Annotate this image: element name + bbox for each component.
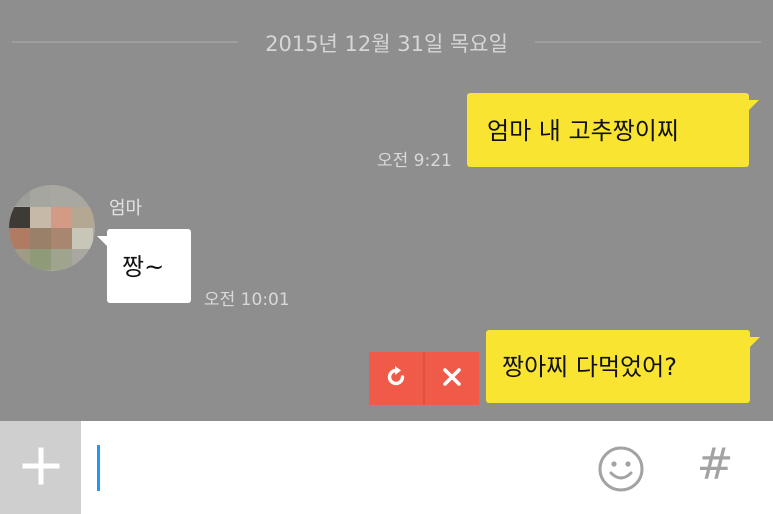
text-cursor	[97, 445, 100, 491]
date-separator: 2015년 12월 31일 목요일	[0, 22, 773, 62]
incoming-message[interactable]: 짱~	[107, 229, 191, 303]
date-label: 2015년 12월 31일 목요일	[265, 32, 508, 56]
bubble-tail	[749, 100, 759, 110]
message-input[interactable]	[81, 421, 581, 514]
delete-failed-button[interactable]	[425, 352, 479, 405]
message-text: 짱~	[122, 253, 165, 281]
message-text: 짱아찌 다먹었어?	[502, 353, 677, 381]
message-time: 오전 9:21	[377, 151, 452, 171]
smiley-icon	[597, 446, 645, 497]
message-text: 엄마 내 고추짱이찌	[487, 117, 679, 145]
bubble-tail	[750, 337, 760, 347]
outgoing-message[interactable]: 짱아찌 다먹었어?	[486, 330, 750, 403]
failed-message-actions	[369, 352, 479, 405]
message-time: 오전 10:01	[204, 290, 290, 310]
divider	[535, 41, 761, 43]
retry-icon	[383, 364, 409, 394]
emoticon-button[interactable]	[597, 445, 645, 493]
message-input-bar: #	[0, 421, 773, 514]
chat-area: 2015년 12월 31일 목요일 엄마 내 고추짱이찌 오전 9:21 엄마 …	[0, 0, 773, 421]
bubble-tail	[97, 236, 107, 246]
divider	[12, 41, 238, 43]
sender-name: 엄마	[109, 198, 143, 219]
resend-button[interactable]	[369, 352, 423, 405]
attach-button[interactable]	[0, 421, 81, 514]
close-icon	[441, 366, 463, 392]
hash-icon[interactable]: #	[690, 439, 740, 495]
outgoing-message[interactable]: 엄마 내 고추짱이찌	[467, 93, 749, 167]
avatar[interactable]	[9, 185, 95, 271]
plus-icon	[22, 447, 60, 489]
